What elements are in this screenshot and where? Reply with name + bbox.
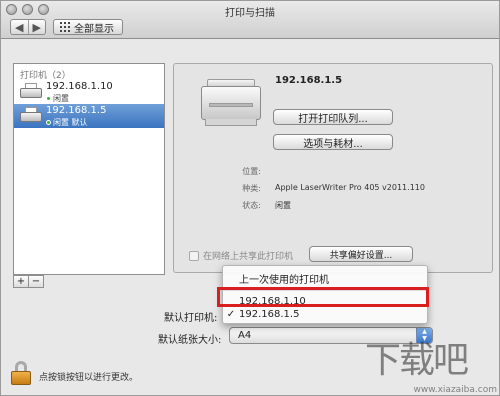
watermark-url: www.xiazaiba.com xyxy=(413,385,497,395)
laser-printer-icon xyxy=(201,79,261,129)
back-button[interactable]: ◀ xyxy=(11,20,29,34)
list-buttons: + − xyxy=(13,275,44,288)
printer-status: 闲置 xyxy=(46,93,69,104)
printer-list: 打印机（2） 192.168.1.10 闲置 192.168.1.5 闲置 默认 xyxy=(13,63,165,275)
menu-item-label: 192.168.1.5 xyxy=(239,309,300,320)
location-label: 位置: xyxy=(242,167,261,176)
share-printer-row: 在网络上共享此打印机 xyxy=(189,249,293,262)
show-all-button[interactable]: 全部显示 xyxy=(53,19,123,35)
printer-icon xyxy=(20,83,42,101)
share-printer-checkbox[interactable] xyxy=(189,250,199,261)
nav-segment: ◀ ▶ xyxy=(10,19,46,35)
printer-list-item-selected[interactable]: 192.168.1.5 闲置 默认 xyxy=(14,104,164,128)
printer-icon xyxy=(20,107,42,125)
open-print-queue-button[interactable]: 打开打印队列... xyxy=(273,109,393,125)
grid-icon xyxy=(60,22,70,32)
lock-icon[interactable] xyxy=(11,361,31,385)
lock-hint-text: 点按锁按钮以进行更改。 xyxy=(39,373,139,383)
window-title: 打印与扫描 xyxy=(225,8,275,19)
sharing-preferences-button[interactable]: 共享偏好设置... xyxy=(309,246,413,262)
options-supplies-button[interactable]: 选项与耗材... xyxy=(273,134,393,150)
add-printer-button[interactable]: + xyxy=(13,275,29,288)
printer-list-header: 打印机（2） xyxy=(20,71,71,81)
selected-printer-name: 192.168.1.5 xyxy=(275,75,343,86)
watermark-logo: 下载吧 xyxy=(365,340,469,381)
status-online-icon xyxy=(46,96,51,101)
menu-item-label: 上一次使用的打印机 xyxy=(239,275,329,286)
status-value: 闲置 xyxy=(275,201,291,210)
printer-list-item[interactable]: 192.168.1.10 闲置 xyxy=(14,80,164,104)
show-all-label: 全部显示 xyxy=(74,23,114,35)
title-bar: 打印与扫描 ◀ ▶ 全部显示 xyxy=(1,1,499,39)
printer-name: 192.168.1.10 xyxy=(46,81,113,92)
share-printer-label: 在网络上共享此打印机 xyxy=(203,252,294,262)
printer-name: 192.168.1.5 xyxy=(46,105,107,116)
status-online-icon xyxy=(46,120,51,125)
menu-item-last-used[interactable]: 上一次使用的打印机 xyxy=(223,270,427,287)
kind-value: Apple LaserWriter Pro 405 v2011.110 xyxy=(275,183,425,192)
printer-status-text: 闲置 xyxy=(53,94,69,103)
site-watermark: 下载吧 www.xiazaiba.com xyxy=(361,340,499,396)
checkmark-icon: ✓ xyxy=(226,309,236,320)
menu-item-printer-5[interactable]: ✓ 192.168.1.5 xyxy=(223,306,427,323)
kind-label: 种类: xyxy=(242,184,261,193)
paper-size-value: A4 xyxy=(238,330,252,341)
default-paper-label: 默认纸张大小: xyxy=(158,335,222,346)
printer-status: 闲置 默认 xyxy=(46,117,88,128)
forward-button[interactable]: ▶ xyxy=(29,20,46,34)
remove-printer-button[interactable]: − xyxy=(28,275,44,288)
status-label: 状态: xyxy=(242,201,261,210)
default-printer-label: 默认打印机: xyxy=(164,313,218,324)
printer-scan-window: 打印与扫描 ◀ ▶ 全部显示 打印机（2） 192.168.1.10 闲置 19… xyxy=(0,0,500,396)
highlight-annotation xyxy=(217,287,429,307)
printer-status-text: 闲置 默认 xyxy=(53,118,88,127)
